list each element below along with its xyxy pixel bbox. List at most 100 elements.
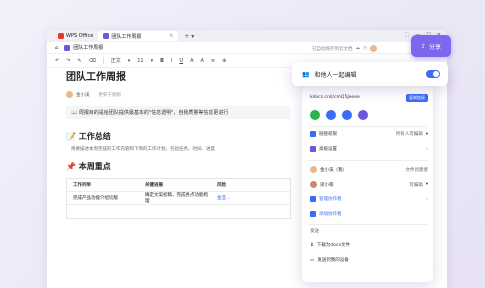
user-avatar[interactable]	[370, 45, 377, 52]
updated-time: 更新于刚刚	[98, 92, 122, 98]
send-to-device-row[interactable]: ▭ 发送到我的设备	[310, 257, 428, 264]
lock-icon	[310, 131, 316, 137]
section-paragraph: 简要描述本周完成的工作内容和下周的工作计划，包括任务、时间、进度	[71, 147, 215, 152]
toolbar-divider	[102, 57, 104, 64]
collaborator-role: 文件创建者	[405, 167, 429, 173]
doc-bar-title: 团队工作周报	[73, 45, 104, 51]
bold-icon[interactable]: B	[160, 58, 164, 64]
page-title: 团队工作周报	[66, 72, 126, 83]
qq-icon[interactable]	[326, 110, 336, 120]
save-status-text: 已自动保存到云文档	[312, 46, 353, 52]
chevron-right-icon: ›	[426, 146, 428, 152]
new-tab-icon[interactable]: + ▾	[184, 33, 194, 40]
chevron-right-icon: ›	[426, 196, 428, 202]
font-size-select[interactable]: 11	[137, 58, 143, 64]
advanced-settings-row[interactable]: 高级设置 ›	[310, 146, 428, 152]
table-header-cell: 风险	[217, 183, 226, 188]
tab-document[interactable]: 团队工作周报 ×	[98, 31, 179, 41]
manage-collaborators-row[interactable]: 管理协作者 ›	[310, 196, 428, 202]
table-cell: 金亚...	[217, 196, 231, 201]
collaborator-role[interactable]: 可编辑	[409, 182, 423, 188]
share-panel: kdocs.cn/l/cmQ5Jeeee 复制链接 链接权限 所有人可编辑 ▾ …	[302, 86, 433, 282]
chevron-down-icon[interactable]: ▾	[426, 132, 428, 137]
link-permission-row[interactable]: 链接权限 所有人可编辑 ▾	[310, 131, 428, 137]
italic-icon[interactable]: I	[171, 58, 172, 64]
tab-bar: WPS Office 团队工作周报 × + ▾ ⬚ — ☐ ✕	[47, 30, 447, 42]
tab-wps[interactable]: WPS Office	[53, 31, 98, 41]
table-header-cell: 关键进展	[145, 183, 163, 188]
table-cell: 完成产品功能介绍切版	[73, 196, 118, 201]
insert-icon[interactable]: ⊕	[222, 58, 226, 64]
quote-text: 周报目的是给团队提供最基本的"信息透明"，自我质量等信息更进行	[78, 110, 229, 116]
people-icon: 👥	[302, 70, 310, 78]
device-icon: ▭	[310, 257, 315, 263]
author-name: 金小溪	[76, 92, 90, 98]
author-avatar	[66, 91, 73, 98]
table-cell: 确定文案初稿，完成各点功能梳理	[145, 193, 208, 204]
dingtalk-icon[interactable]	[342, 110, 352, 120]
tab-wps-label: WPS Office	[66, 33, 94, 39]
clock-icon[interactable]: ◷	[363, 46, 367, 51]
doc-title-icon	[64, 44, 71, 51]
section2-title: 本周重点	[78, 162, 111, 171]
table-row[interactable]: 完成产品功能介绍切版 确定文案初稿，完成各点功能梳理 金亚...	[67, 192, 290, 205]
permission-label: 链接权限	[319, 132, 337, 137]
add-collaborator-row[interactable]: 添加协作者	[310, 211, 428, 217]
clear-format-icon[interactable]: ⌫	[89, 58, 96, 64]
manage-label: 管理协作者	[319, 197, 342, 202]
share-link[interactable]: kdocs.cn/l/cmQ5Jeeee	[310, 95, 360, 100]
collaborate-toggle-card[interactable]: 👥 和他人一起编辑	[292, 62, 448, 86]
share-channels	[310, 110, 368, 120]
permission-value[interactable]: 所有人可编辑	[396, 131, 423, 137]
author-row: 金小溪 更新于刚刚	[66, 91, 296, 98]
style-select[interactable]: 正文	[111, 57, 121, 64]
chevron-down-icon[interactable]: ▾	[426, 182, 428, 187]
font-color-icon[interactable]: A	[190, 58, 193, 64]
underline-icon[interactable]: U	[179, 58, 183, 64]
document-icon	[103, 33, 110, 39]
home-icon[interactable]: ⌂	[55, 45, 58, 51]
share-button[interactable]: ⇪ 分享	[411, 35, 451, 57]
format-brush-icon[interactable]: ✎	[77, 58, 81, 64]
chevron-down-icon[interactable]: ▾	[128, 58, 131, 64]
memo-icon: 📝	[66, 132, 76, 141]
divider	[308, 224, 428, 225]
download-icon: ⬇	[310, 242, 314, 248]
download-label: 下载为docx文件	[316, 243, 351, 248]
table-row[interactable]	[67, 205, 290, 218]
quote-block: 📖 周报目的是给团队提供最基本的"信息透明"，自我质量等信息更进行	[66, 106, 290, 119]
table-header-row: 工作列举 关键进展 风险	[67, 179, 290, 192]
link-row: kdocs.cn/l/cmQ5Jeeee 复制链接	[310, 93, 428, 102]
collaborate-toggle[interactable]	[426, 70, 440, 78]
table-header-cell: 工作列举	[73, 183, 91, 188]
wps-logo-icon	[58, 33, 64, 39]
list-icon[interactable]: ≡	[211, 58, 215, 64]
divider	[308, 126, 428, 127]
chevron-down-icon[interactable]: ▾	[151, 58, 154, 64]
document-bar: ⌂ 团队工作周报 已自动保存到云文档 ☁ ◷	[47, 42, 447, 54]
people-icon	[310, 196, 316, 202]
wechat-icon[interactable]	[310, 110, 320, 120]
download-docx-row[interactable]: ⬇ 下载为docx文件	[310, 242, 428, 249]
pin-icon: 📌	[66, 162, 76, 171]
redo-icon[interactable]: ↷	[66, 58, 70, 64]
save-status: 已自动保存到云文档 ☁ ◷	[312, 45, 377, 52]
close-tab-icon[interactable]: ×	[169, 33, 173, 39]
avatar	[310, 166, 317, 173]
send-device-label: 发送到我的设备	[317, 258, 349, 263]
undo-icon[interactable]: ↶	[55, 58, 59, 64]
add-label: 添加协作者	[319, 212, 342, 217]
email-icon[interactable]	[358, 110, 368, 120]
copy-link-button[interactable]: 复制链接	[406, 93, 428, 102]
book-icon: 📖	[71, 110, 78, 116]
divider	[308, 160, 428, 161]
cloud-icon: ☁	[355, 46, 361, 51]
section1-title: 工作总结	[78, 132, 111, 141]
share-icon: ⇪	[420, 42, 426, 50]
settings-icon	[310, 146, 316, 152]
box-icon[interactable]: ⬚	[405, 32, 410, 38]
highlight-icon[interactable]: A	[201, 58, 204, 64]
document-content[interactable]: 团队工作周报 金小溪 更新于刚刚 📖 周报目的是给团队提供最基本的"信息透明"，…	[66, 68, 296, 219]
advanced-label: 高级设置	[319, 147, 337, 152]
send-section-title: 发送	[310, 229, 319, 234]
